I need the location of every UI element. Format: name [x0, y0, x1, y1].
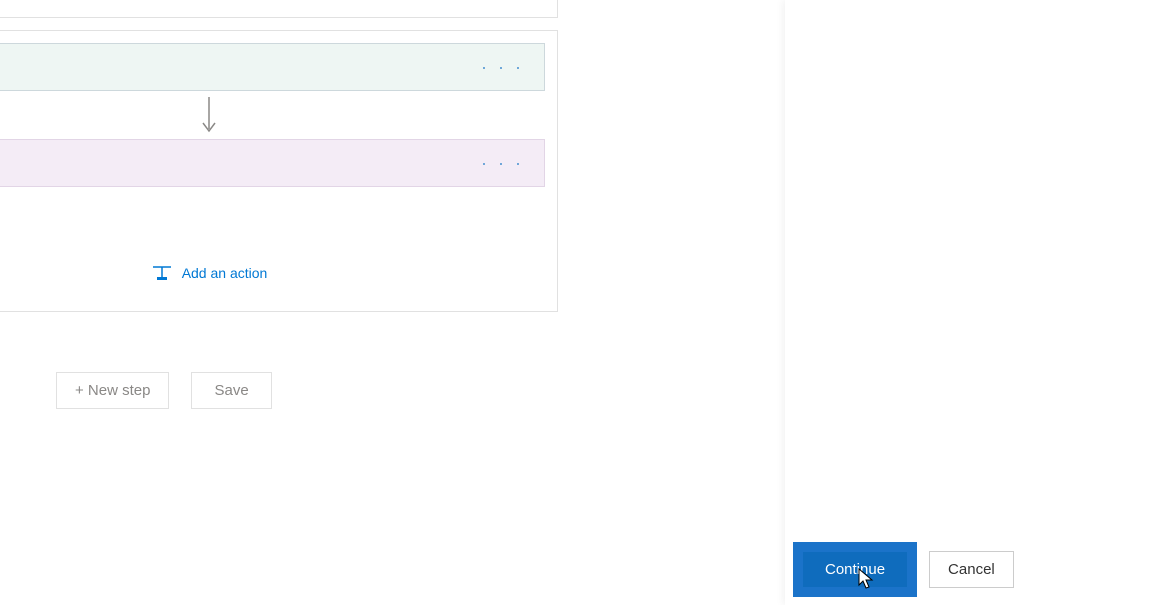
continue-highlight: Continue	[793, 542, 917, 597]
flow-inner: age · · · variable · · ·	[0, 31, 557, 311]
flow-scope-container: age · · · variable · · ·	[0, 30, 558, 312]
cancel-button[interactable]: Cancel	[929, 551, 1014, 588]
dialog-footer: Continue Cancel	[785, 534, 1165, 605]
add-action-label: Add an action	[182, 265, 268, 281]
ellipsis-icon[interactable]: · · ·	[475, 53, 530, 82]
new-step-button[interactable]: + New step	[56, 372, 169, 409]
add-action-icon	[151, 265, 173, 281]
flow-footer-buttons: + New step Save	[56, 372, 272, 409]
save-button[interactable]: Save	[191, 372, 271, 409]
ellipsis-icon[interactable]: · · ·	[475, 149, 530, 178]
action-variable[interactable]: variable · · ·	[0, 139, 545, 187]
flow-canvas: age · · · variable · · ·	[0, 0, 785, 605]
flow-arrow	[0, 95, 545, 135]
previous-step-edge	[0, 0, 558, 18]
add-action-button[interactable]: Add an action	[0, 265, 545, 281]
side-panel	[785, 0, 1165, 605]
continue-button[interactable]: Continue	[803, 552, 907, 587]
action-message[interactable]: age · · ·	[0, 43, 545, 91]
